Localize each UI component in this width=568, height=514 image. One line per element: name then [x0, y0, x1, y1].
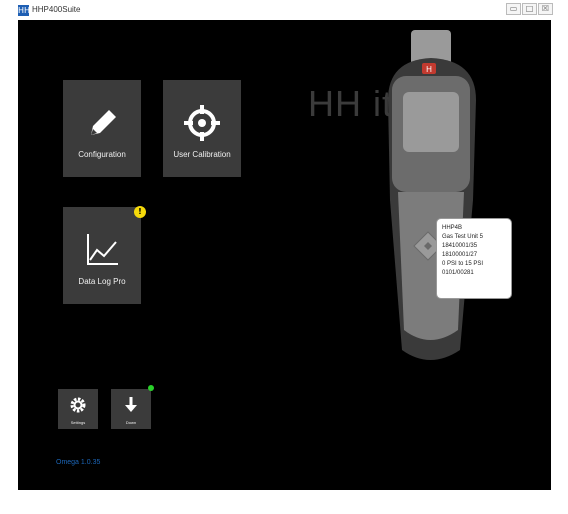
device-model: HHP4B	[442, 225, 463, 231]
device-description: Gas Test Unit 5	[442, 234, 483, 240]
close-button[interactable]: ☒	[538, 3, 553, 15]
download-label: Down	[125, 420, 137, 425]
pencil-icon	[63, 100, 141, 145]
user-calibration-tile[interactable]: User Calibration	[163, 80, 241, 177]
app-logo-icon: HH	[18, 5, 31, 16]
window-title: HHP400Suite	[32, 5, 81, 14]
main-panel: HH ite H Configuration User Calibration …	[18, 20, 551, 510]
device-range: 0 PSI to 15 PSI	[442, 261, 484, 267]
device-id: 18100001/27	[442, 252, 478, 258]
download-tile[interactable]: Down	[111, 389, 151, 429]
configuration-label: Configuration	[78, 150, 126, 159]
line-chart-icon	[63, 227, 141, 272]
configuration-tile[interactable]: Configuration	[63, 80, 141, 177]
data-log-pro-label: Data Log Pro	[78, 277, 126, 286]
gear-icon	[58, 395, 98, 415]
device-serial: 18410001/35	[442, 243, 478, 249]
maximize-button[interactable]: □	[522, 3, 537, 15]
minimize-button[interactable]: ▭	[506, 3, 521, 15]
settings-tile[interactable]: Settings	[58, 389, 98, 429]
warning-badge-icon: !	[134, 206, 146, 218]
data-log-pro-tile[interactable]: Data Log Pro	[63, 207, 141, 304]
status-dot-icon	[148, 385, 154, 391]
download-arrow-icon	[111, 395, 151, 415]
settings-label: Settings	[70, 420, 86, 425]
window-titlebar: HH HHP400Suite ▭ □ ☒	[0, 0, 568, 20]
user-calibration-label: User Calibration	[173, 150, 231, 159]
window-bottom-margin	[18, 490, 551, 512]
device-logo: H	[426, 65, 432, 74]
device-info-callout: HHP4B Gas Test Unit 5 18410001/35 181000…	[436, 218, 512, 299]
crosshair-icon	[163, 100, 241, 145]
device-firmware: 0101/00281	[442, 270, 474, 276]
version-link[interactable]: Omega 1.0.35	[56, 459, 100, 466]
